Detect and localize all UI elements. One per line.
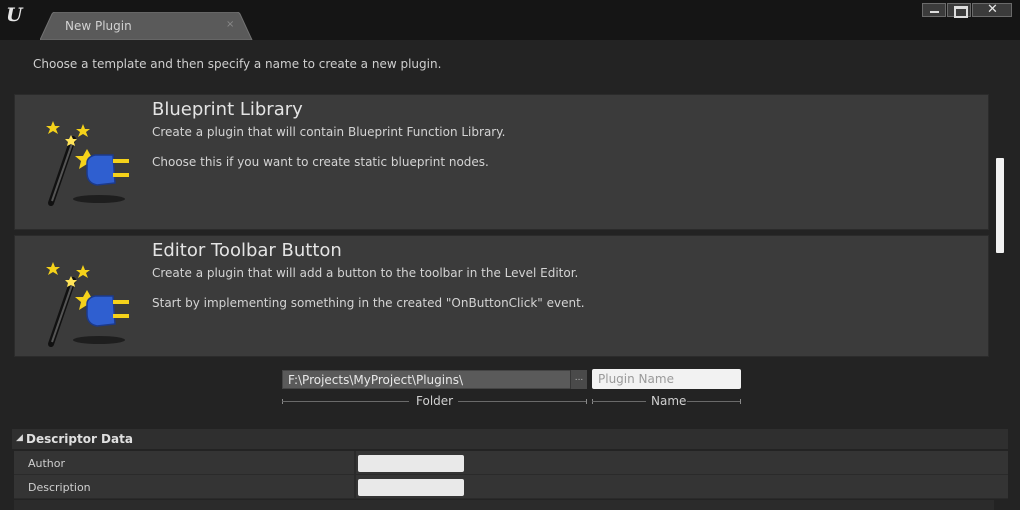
template-title: Blueprint Library [152,99,303,120]
description-input[interactable] [358,479,464,496]
template-card-blueprint-library[interactable]: Blueprint Library Create a plugin that w… [14,94,989,230]
plugin-name-input[interactable]: Plugin Name [592,369,741,389]
instructions-text: Choose a template and then specify a nam… [33,57,442,71]
tab-close-icon[interactable]: × [226,19,234,30]
magic-wand-plug-icon [43,254,133,354]
tab-label: New Plugin [65,19,132,33]
template-detail: Start by implementing something in the c… [152,296,585,310]
folder-path-field[interactable]: F:\Projects\MyProject\Plugins\ [282,370,587,389]
template-title: Editor Toolbar Button [152,240,342,261]
template-list-scrollbar[interactable] [996,158,1004,253]
property-label: Description [28,481,91,494]
property-label: Author [28,457,66,470]
plugin-name-placeholder: Plugin Name [598,372,674,386]
column-splitter[interactable] [354,451,356,475]
magic-wand-plug-icon [43,113,133,213]
caption-divider [282,401,409,402]
minimize-button[interactable] [922,3,946,17]
template-description: Create a plugin that will contain Bluepr… [152,125,506,139]
close-icon: ✕ [987,2,998,17]
author-input[interactable] [358,455,464,472]
name-caption: Name [651,394,687,408]
property-row-description: Description [14,475,1008,499]
descriptor-data-title: Descriptor Data [26,432,133,446]
folder-caption: Folder [416,394,454,408]
template-detail: Choose this if you want to create static… [152,155,489,169]
caption-divider [586,399,587,404]
template-card-editor-toolbar-button[interactable]: Editor Toolbar Button Create a plugin th… [14,235,989,357]
template-description: Create a plugin that will add a button t… [152,266,579,280]
property-row-author: Author [14,451,1008,475]
descriptor-data-header[interactable]: ◢ Descriptor Data [12,429,1008,449]
panel-bottom-edge [14,500,994,510]
maximize-button[interactable] [947,3,971,18]
caption-divider [592,401,646,402]
folder-path-value: F:\Projects\MyProject\Plugins\ [288,373,463,387]
caption-divider [687,401,741,402]
caption-divider [458,401,587,402]
close-window-button[interactable]: ✕ [972,2,1012,17]
unreal-logo-icon: U [6,4,23,26]
collapse-arrow-icon[interactable]: ◢ [16,433,23,443]
title-bar: U New Plugin × ✕ [0,0,1020,40]
caption-divider [740,399,741,404]
browse-folder-button[interactable]: ... [570,370,587,389]
tab-new-plugin[interactable]: New Plugin × [40,12,254,40]
column-splitter[interactable] [354,475,356,499]
